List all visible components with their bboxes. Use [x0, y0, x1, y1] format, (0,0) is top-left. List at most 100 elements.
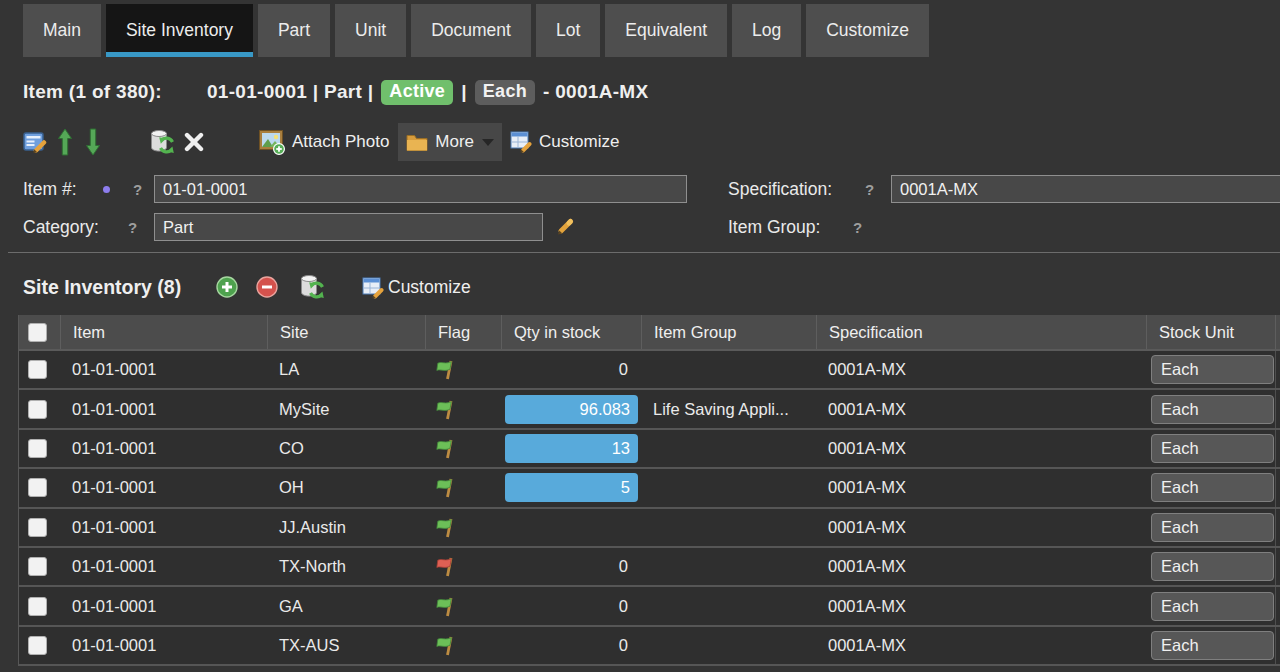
column-header-item[interactable]: Item [60, 315, 267, 349]
specification-help-icon[interactable]: ? [865, 181, 874, 198]
add-row-icon[interactable] [216, 276, 238, 302]
row-select-cell [19, 548, 60, 585]
item-code: 01-01-0001 | Part | [207, 81, 373, 103]
stock-unit-button[interactable]: Each [1151, 355, 1274, 384]
table-row[interactable]: 01-01-0001TX-North00001A-MXEach [19, 548, 1280, 587]
stock-unit-button[interactable]: Each [1151, 592, 1274, 621]
cell-qty-in-stock [501, 509, 641, 546]
item-group-label: Item Group: [728, 217, 820, 238]
customize-icon[interactable] [510, 131, 532, 153]
cell-extra [1275, 469, 1280, 506]
table-body: 01-01-0001LA00001A-MXEach01-01-0001MySit… [19, 351, 1280, 666]
stock-unit-button[interactable]: Each [1151, 552, 1274, 581]
stock-unit-button[interactable]: Each [1151, 631, 1274, 660]
row-select-cell [19, 509, 60, 546]
column-header-item-group[interactable]: Item Group [641, 315, 816, 349]
cell-site: JJ.Austin [267, 509, 425, 546]
header-select-all[interactable] [19, 315, 60, 349]
category-input[interactable] [154, 213, 543, 241]
row-select-cell [19, 627, 60, 664]
table-row[interactable]: 01-01-0001JJ.Austin0001A-MXEach [19, 509, 1280, 548]
stock-unit-button[interactable]: Each [1151, 434, 1274, 463]
row-checkbox[interactable] [28, 478, 47, 497]
cell-extra [1275, 587, 1280, 624]
cell-site: TX-AUS [267, 627, 425, 664]
table-row[interactable]: 01-01-0001LA00001A-MXEach [19, 351, 1280, 390]
qty-highlight-badge: 96.083 [505, 395, 638, 424]
stock-unit-button[interactable]: Each [1151, 473, 1274, 502]
cell-item-group [641, 509, 816, 546]
tab-log[interactable]: Log [732, 4, 801, 57]
row-checkbox[interactable] [28, 360, 47, 379]
row-checkbox[interactable] [28, 597, 47, 616]
toolbar: Attach Photo More Customize [23, 123, 619, 161]
category-help-icon[interactable]: ? [128, 219, 137, 236]
column-header-qty-in-stock[interactable]: Qty in stock [501, 315, 641, 349]
qty-value: 0 [501, 636, 641, 655]
table-row[interactable]: 01-01-0001CO130001A-MXEach [19, 430, 1280, 469]
tab-document[interactable]: Document [411, 4, 531, 57]
refresh-icon[interactable] [150, 129, 175, 155]
delete-icon[interactable] [184, 132, 204, 152]
cell-stock-unit: Each [1146, 430, 1275, 467]
attach-photo-icon[interactable] [259, 129, 285, 155]
stock-unit-button[interactable]: Each [1151, 513, 1274, 542]
cell-site: LA [267, 351, 425, 388]
select-all-checkbox[interactable] [28, 323, 47, 342]
cell-flag [425, 509, 501, 546]
item-number-label: Item #: [23, 179, 77, 200]
table-row[interactable]: 01-01-0001TX-AUS00001A-MXEach [19, 627, 1280, 666]
cell-extra [1275, 548, 1280, 585]
cell-extra [1275, 390, 1280, 427]
section-customize-icon[interactable] [362, 277, 384, 303]
cell-extra [1275, 509, 1280, 546]
row-checkbox[interactable] [28, 636, 47, 655]
remove-row-icon[interactable] [256, 276, 278, 302]
specification-input[interactable] [891, 175, 1280, 203]
attach-photo-label[interactable]: Attach Photo [292, 132, 389, 152]
cell-item: 01-01-0001 [60, 430, 267, 467]
row-checkbox[interactable] [28, 439, 47, 458]
more-button[interactable]: More [398, 123, 502, 161]
cell-specification: 0001A-MX [816, 430, 1146, 467]
row-checkbox[interactable] [28, 400, 47, 419]
cell-stock-unit: Each [1146, 627, 1275, 664]
tab-equivalent[interactable]: Equivalent [605, 4, 727, 57]
row-checkbox[interactable] [28, 557, 47, 576]
specification-label: Specification: [728, 179, 832, 200]
item-number-help-icon[interactable]: ? [133, 181, 142, 198]
row-checkbox[interactable] [28, 518, 47, 537]
cell-flag [425, 627, 501, 664]
table-row[interactable]: 01-01-0001MySite96.083Life Saving Appli.… [19, 390, 1280, 429]
section-refresh-icon[interactable] [300, 274, 325, 304]
column-header-site[interactable]: Site [267, 315, 425, 349]
toolbar-customize-label[interactable]: Customize [539, 132, 619, 152]
tab-main[interactable]: Main [23, 4, 101, 57]
item-number-input[interactable] [154, 175, 687, 203]
tab-customize[interactable]: Customize [806, 4, 929, 57]
category-label: Category: [23, 217, 99, 238]
tab-unit[interactable]: Unit [335, 4, 406, 57]
cell-flag [425, 587, 501, 624]
stock-unit-button[interactable]: Each [1151, 395, 1274, 424]
column-header-flag[interactable]: Flag [425, 315, 501, 349]
cell-specification: 0001A-MX [816, 469, 1146, 506]
cell-specification: 0001A-MX [816, 390, 1146, 427]
row-select-cell [19, 430, 60, 467]
tab-part[interactable]: Part [258, 4, 330, 57]
column-header-specification[interactable]: Specification [816, 315, 1146, 349]
section-customize-label[interactable]: Customize [388, 277, 471, 298]
cell-qty-in-stock: 0 [501, 627, 641, 664]
move-down-icon[interactable] [86, 128, 100, 156]
cell-item-group [641, 548, 816, 585]
edit-category-pencil-icon[interactable] [556, 217, 575, 240]
column-header-stock-unit[interactable]: Stock Unit [1146, 315, 1275, 349]
item-group-help-icon[interactable]: ? [853, 219, 862, 236]
flag-green-icon [436, 517, 456, 538]
table-row[interactable]: 01-01-0001GA00001A-MXEach [19, 587, 1280, 626]
table-row[interactable]: 01-01-0001OH50001A-MXEach [19, 469, 1280, 508]
edit-icon[interactable] [23, 130, 47, 154]
tab-site-inventory[interactable]: Site Inventory [106, 4, 253, 57]
move-up-icon[interactable] [58, 128, 72, 156]
tab-lot[interactable]: Lot [536, 4, 600, 57]
